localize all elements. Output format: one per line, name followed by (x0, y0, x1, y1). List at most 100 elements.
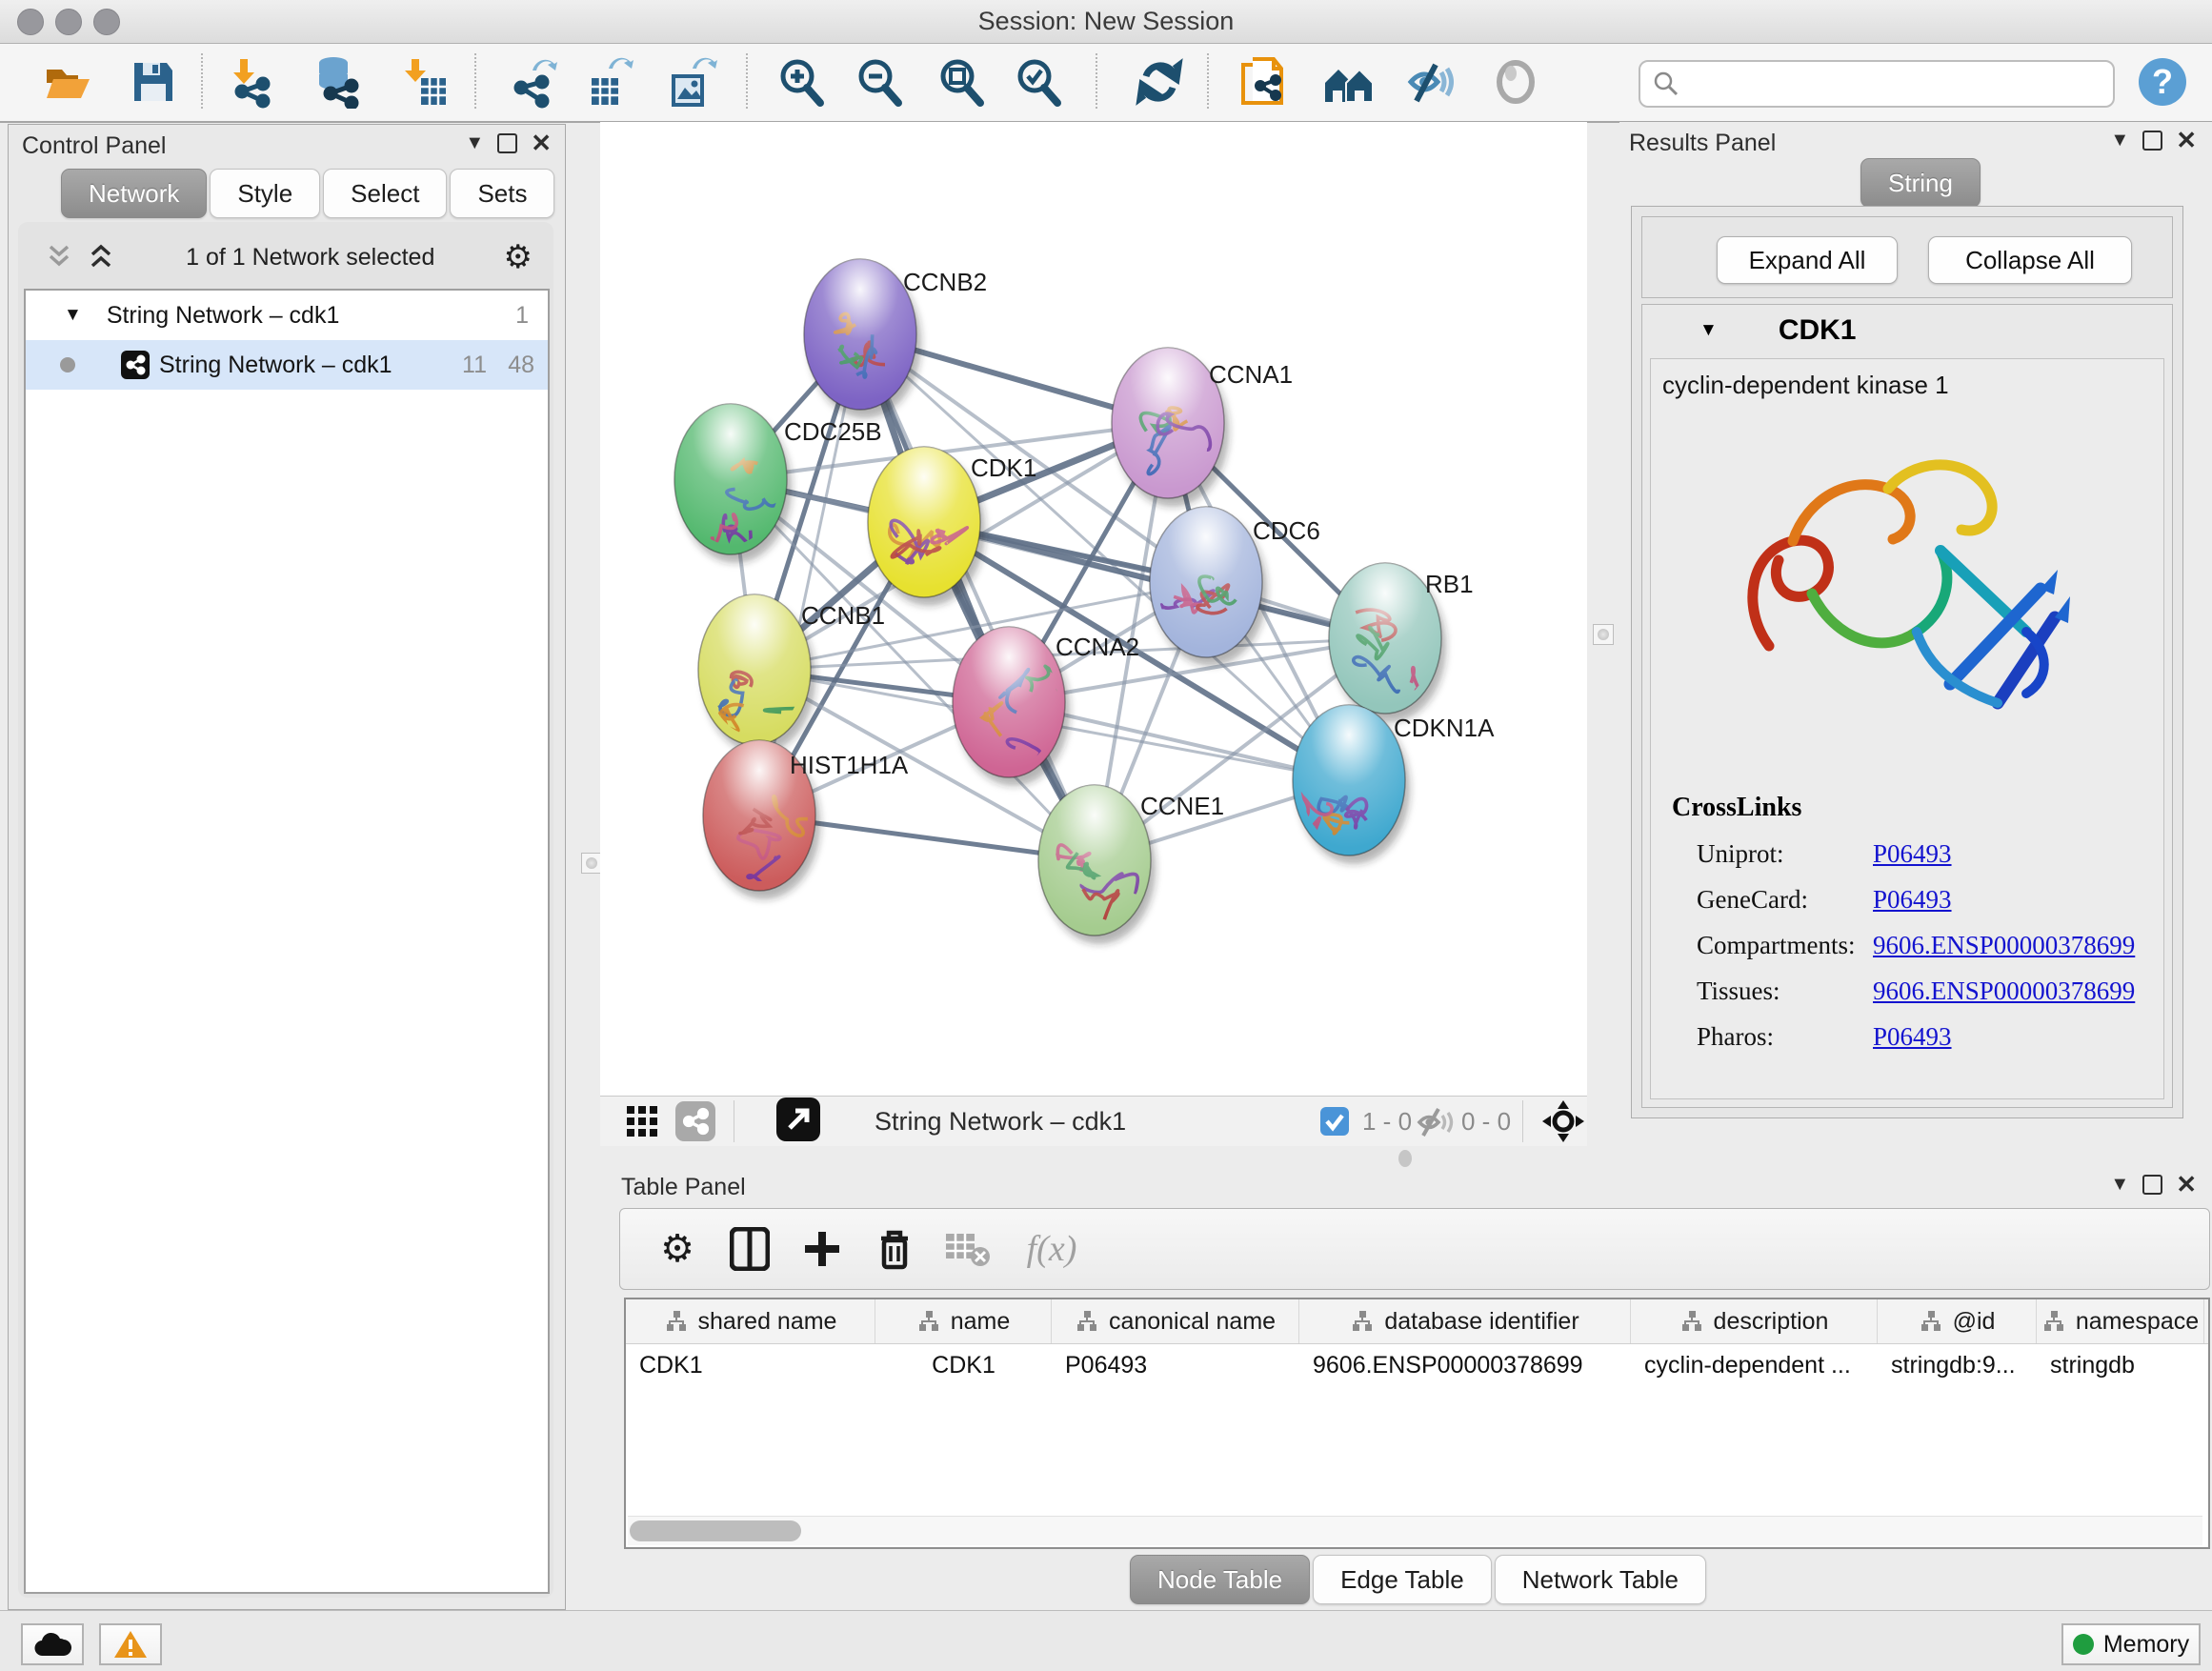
network-collection-row[interactable]: ▼ String Network – cdk1 1 (26, 291, 548, 340)
column-header-namespace[interactable]: namespace (2037, 1299, 2204, 1343)
tab-sets[interactable]: Sets (450, 169, 554, 218)
table-cell[interactable]: CDK1 (875, 1344, 1052, 1386)
help-button[interactable]: ? (2134, 53, 2191, 111)
tab-style[interactable]: Style (210, 169, 320, 218)
node-CDKN1A[interactable]: CDKN1A (1293, 705, 1495, 864)
table-horizontal-scrollbar[interactable] (628, 1516, 2202, 1545)
table-cell[interactable]: P06493 (1052, 1344, 1299, 1386)
selected-checkbox-icon[interactable] (1319, 1106, 1350, 1137)
node-HIST1H1A[interactable]: HIST1H1A (703, 740, 909, 901)
crosslink-link[interactable]: 9606.ENSP00000378699 (1873, 931, 2135, 960)
crosslink-link[interactable]: P06493 (1873, 1022, 1952, 1052)
cloud-icon (33, 1631, 71, 1658)
show-graphics-details-button[interactable] (1487, 53, 1544, 111)
cloud-status-button[interactable] (21, 1623, 84, 1665)
node-CCNB2[interactable]: CCNB2 (804, 259, 987, 418)
memory-button[interactable]: Memory (2061, 1623, 2201, 1665)
node-table: shared namenamecanonical namedatabase id… (624, 1298, 2210, 1549)
crosslink-link[interactable]: P06493 (1873, 885, 1952, 915)
hide-graphics-details-button[interactable] (1401, 53, 1458, 111)
show-columns-icon[interactable] (723, 1222, 776, 1276)
warnings-button[interactable] (99, 1623, 162, 1665)
network-canvas[interactable]: CCNB2CCNA1CDC25BCDK1CDC6RB1CCNB1CCNA2CDK… (600, 122, 1587, 1096)
table-cell[interactable]: cyclin-dependent ... (1631, 1344, 1878, 1386)
zoom-selected-button[interactable] (1010, 53, 1067, 111)
table-row[interactable]: CDK1CDK1P064939606.ENSP00000378699cyclin… (626, 1344, 2208, 1386)
close-panel-icon[interactable]: ✕ (2176, 128, 2197, 152)
tab-edge-table[interactable]: Edge Table (1313, 1555, 1492, 1604)
right-splitter-handle[interactable] (1593, 624, 1614, 645)
search-input[interactable] (1688, 70, 2113, 98)
close-panel-icon[interactable]: ✕ (531, 131, 552, 155)
left-splitter-handle[interactable] (581, 853, 602, 874)
column-header-name[interactable]: name (875, 1299, 1052, 1343)
table-options-gear-icon[interactable]: ⚙ (651, 1222, 704, 1276)
collapse-all-icon[interactable] (43, 243, 75, 272)
column-header-id[interactable]: @id (1878, 1299, 2037, 1343)
export-table-button[interactable] (582, 53, 639, 111)
node-CCNB1[interactable]: CCNB1 (698, 594, 885, 754)
hidden-eye-icon[interactable] (1416, 1106, 1454, 1138)
fit-selected-icon[interactable] (770, 1091, 827, 1148)
float-panel-icon[interactable] (2142, 1175, 2162, 1195)
crosslink-link[interactable]: P06493 (1873, 839, 1952, 869)
scrollbar-thumb[interactable] (630, 1520, 801, 1541)
collapse-all-button[interactable]: Collapse All (1928, 236, 2132, 284)
expand-all-icon[interactable] (85, 243, 117, 272)
function-builder-icon[interactable]: f(x) (1009, 1222, 1095, 1276)
column-header-description[interactable]: description (1631, 1299, 1878, 1343)
tab-string[interactable]: String (1860, 158, 1981, 208)
zoom-out-button[interactable] (851, 53, 908, 111)
import-table-file-button[interactable] (394, 53, 452, 111)
tab-network[interactable]: Network (61, 169, 207, 218)
horizontal-splitter-handle[interactable] (1398, 1150, 1412, 1167)
zoom-in-button[interactable] (773, 53, 830, 111)
import-network-database-button[interactable] (308, 53, 365, 111)
delete-table-icon[interactable] (940, 1222, 994, 1276)
crosslink-link[interactable]: 9606.ENSP00000378699 (1873, 976, 2135, 1006)
tab-select[interactable]: Select (323, 169, 447, 218)
panel-menu-icon[interactable]: ▼ (2110, 1175, 2129, 1194)
table-cell[interactable]: stringdb:9... (1878, 1344, 2037, 1386)
search-box[interactable] (1639, 60, 2115, 108)
gene-section-header[interactable]: ▼ CDK1 (1642, 305, 2172, 356)
gene-description: cyclin-dependent kinase 1 (1662, 371, 2163, 400)
create-column-icon[interactable] (795, 1222, 849, 1276)
import-network-file-button[interactable] (223, 53, 280, 111)
column-header-databaseidentifier[interactable]: database identifier (1299, 1299, 1631, 1343)
table-cell[interactable]: CDK1 (626, 1344, 875, 1386)
export-network-button[interactable] (506, 53, 563, 111)
zoom-fit-button[interactable] (933, 53, 990, 111)
panel-menu-icon[interactable]: ▼ (465, 133, 484, 152)
float-panel-icon[interactable] (497, 133, 517, 153)
float-panel-icon[interactable] (2142, 131, 2162, 151)
save-session-button[interactable] (125, 53, 182, 111)
delete-column-icon[interactable] (868, 1222, 921, 1276)
tab-network-table[interactable]: Network Table (1495, 1555, 1706, 1604)
close-panel-icon[interactable]: ✕ (2176, 1172, 2197, 1197)
node-RB1[interactable]: RB1 (1329, 563, 1474, 722)
network-options-gear-icon[interactable]: ⚙ (504, 241, 533, 273)
tab-node-table[interactable]: Node Table (1130, 1555, 1310, 1604)
refresh-button[interactable] (1131, 53, 1188, 111)
grid-view-icon[interactable] (613, 1093, 671, 1150)
table-cell[interactable]: 9606.ENSP00000378699 (1299, 1344, 1631, 1386)
network-row[interactable]: String Network – cdk1 11 48 (26, 340, 548, 390)
pan-crosshair-icon[interactable] (1541, 1099, 1585, 1143)
table-cell[interactable]: stringdb (2037, 1344, 2204, 1386)
string-home-button[interactable] (1320, 53, 1377, 111)
open-session-button[interactable] (39, 53, 96, 111)
birdseye-view-icon[interactable] (667, 1093, 724, 1150)
node-CCNE1[interactable]: CCNE1 (1038, 785, 1224, 944)
column-header-canonicalname[interactable]: canonical name (1052, 1299, 1299, 1343)
new-network-from-selection-button[interactable] (1236, 53, 1293, 111)
column-header-sharedname[interactable]: shared name (626, 1299, 875, 1343)
collection-disclosure-icon[interactable]: ▼ (64, 305, 82, 326)
expand-all-button[interactable]: Expand All (1717, 236, 1898, 284)
node-CDK1[interactable]: CDK1 (868, 447, 1036, 606)
node-CCNA1[interactable]: CCNA1 (1112, 348, 1293, 507)
panel-menu-icon[interactable]: ▼ (2110, 131, 2129, 150)
export-image-button[interactable] (664, 53, 721, 111)
gene-disclosure-icon[interactable]: ▼ (1699, 320, 1718, 341)
edge-CCNB2-CCNE1[interactable] (860, 334, 1095, 860)
